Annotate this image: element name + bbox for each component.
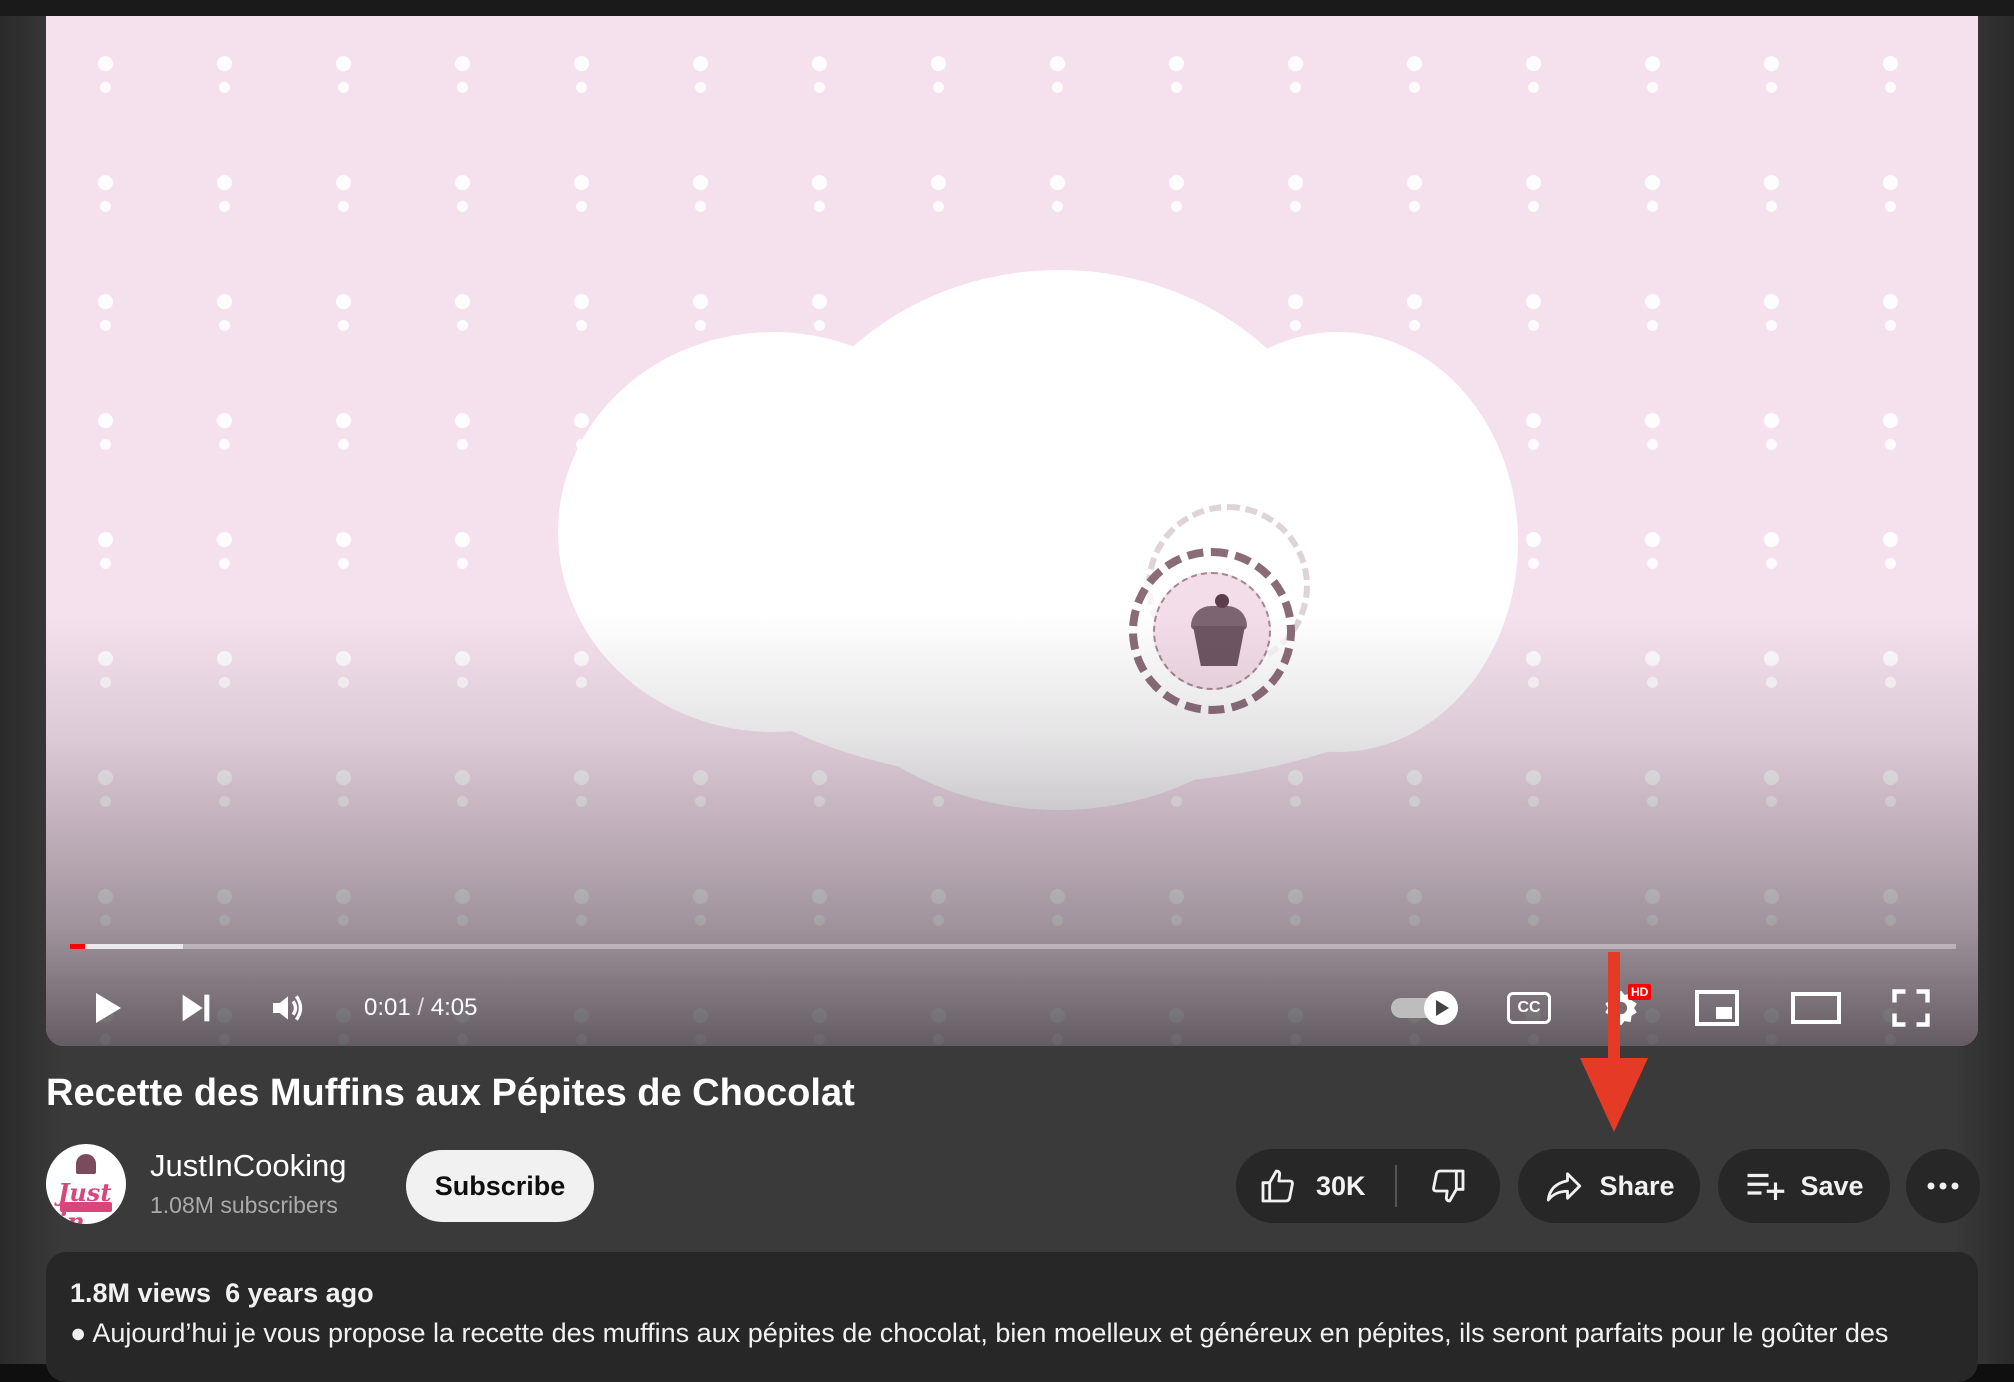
avatar-logo-text: Just in xyxy=(58,1178,112,1224)
top-bar xyxy=(0,0,2014,16)
progress-played xyxy=(70,944,86,949)
player-controls-gradient xyxy=(46,16,1978,1046)
fullscreen-button[interactable] xyxy=(1876,976,1946,1040)
description-text: ● Aujourd’hui je vous propose la recette… xyxy=(70,1318,1889,1348)
channel-name[interactable]: JustInCooking xyxy=(150,1148,346,1184)
theater-mode-icon xyxy=(1791,992,1841,1024)
annotation-arrow-head xyxy=(1580,1058,1648,1132)
playlist-add-icon xyxy=(1747,1173,1785,1200)
play-button[interactable] xyxy=(74,976,138,1040)
progress-buffered xyxy=(70,944,184,949)
miniplayer-icon xyxy=(1695,990,1739,1026)
current-time: 0:01 xyxy=(364,994,411,1021)
captions-button[interactable]: CC xyxy=(1494,976,1564,1040)
channel-avatar[interactable]: Just in xyxy=(46,1144,126,1224)
avatar-banner xyxy=(60,1202,112,1212)
subscriber-count: 1.08M subscribers xyxy=(150,1192,338,1218)
autoplay-toggle[interactable] xyxy=(1382,976,1472,1040)
volume-icon xyxy=(273,995,303,1021)
upload-age: 6 years ago xyxy=(225,1278,374,1308)
hd-badge: HD xyxy=(1628,984,1652,1000)
settings-button[interactable]: HD xyxy=(1586,976,1656,1040)
miniplayer-button[interactable] xyxy=(1682,976,1752,1040)
avatar-cupcake xyxy=(76,1154,96,1174)
more-actions-button[interactable] xyxy=(1906,1149,1980,1223)
like-count: 30K xyxy=(1316,1170,1366,1201)
save-label: Save xyxy=(1800,1170,1864,1201)
thumbs-up-icon xyxy=(1261,1169,1294,1203)
next-icon xyxy=(182,994,210,1022)
video-title: Recette des Muffins aux Pépites de Choco… xyxy=(46,1072,855,1114)
autoplay-toggle-icon xyxy=(1391,991,1458,1025)
next-button[interactable] xyxy=(164,976,228,1040)
dislike-button[interactable] xyxy=(1416,1149,1480,1223)
description-box[interactable]: 1.8M views 6 years ago ● Aujourd’hui je v… xyxy=(46,1252,1978,1382)
more-horizontal-icon xyxy=(1927,1182,1959,1190)
like-button[interactable]: 30K xyxy=(1258,1149,1366,1223)
time-display: 0:01 / 4:05 xyxy=(364,976,477,1040)
description-meta: 1.8M views 6 years ago xyxy=(70,1278,374,1309)
cc-icon: CC xyxy=(1507,992,1551,1024)
theater-mode-button[interactable] xyxy=(1776,976,1856,1040)
fullscreen-icon xyxy=(1892,989,1930,1027)
share-button[interactable]: Share xyxy=(1518,1149,1700,1223)
like-divider xyxy=(1395,1165,1397,1207)
play-icon xyxy=(96,993,121,1023)
thumbs-down-icon xyxy=(1432,1169,1465,1203)
view-count: 1.8M views xyxy=(70,1278,212,1308)
player-controls: 0:01 / 4:05 CC HD xyxy=(46,976,1978,1040)
subscribe-button[interactable]: Subscribe xyxy=(406,1150,594,1222)
save-button[interactable]: Save xyxy=(1718,1149,1890,1223)
video-player[interactable]: 0:01 / 4:05 CC HD xyxy=(46,16,1978,1046)
time-separator: / xyxy=(417,994,425,1021)
volume-button[interactable] xyxy=(256,976,320,1040)
share-label: Share xyxy=(1599,1170,1675,1201)
progress-bar[interactable] xyxy=(70,944,1956,949)
like-dislike-group: 30K xyxy=(1236,1149,1500,1223)
cc-label: CC xyxy=(1517,999,1541,1016)
share-icon xyxy=(1547,1172,1582,1202)
duration: 4:05 xyxy=(430,994,478,1021)
annotation-arrow-shaft xyxy=(1608,952,1620,1070)
